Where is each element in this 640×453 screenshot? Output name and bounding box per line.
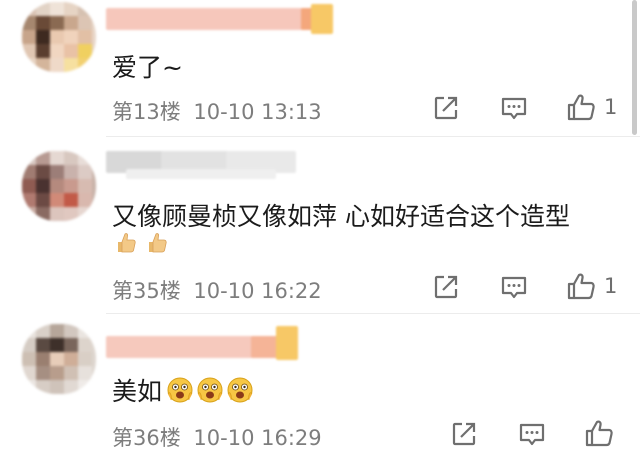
avatar[interactable] bbox=[22, 2, 96, 72]
avatar[interactable] bbox=[22, 324, 96, 394]
comment-time: 10-10 16:22 bbox=[193, 279, 322, 303]
comment-meta: 第13楼 10-10 13:13 bbox=[112, 96, 322, 126]
like-button[interactable]: 1 bbox=[566, 92, 617, 122]
like-count: 1 bbox=[604, 274, 618, 298]
comment-icon bbox=[501, 276, 527, 299]
comment-item-2: 又像顾曼桢又像如萍 心如好适合这个造型 第35楼 10-10 16:22 1 bbox=[0, 137, 640, 311]
scared-face-emoji-icon bbox=[227, 377, 253, 403]
share-icon bbox=[434, 275, 458, 299]
share-icon bbox=[434, 96, 458, 120]
like-button[interactable] bbox=[584, 418, 622, 448]
reply-button[interactable] bbox=[500, 94, 528, 122]
thumbs-up-icon bbox=[567, 273, 595, 300]
thumbs-up-emoji-icon bbox=[118, 233, 136, 253]
username-blurred[interactable] bbox=[106, 326, 316, 362]
username-blurred[interactable] bbox=[106, 4, 336, 34]
thumbs-up-emoji-icon bbox=[149, 233, 167, 253]
like-button[interactable]: 1 bbox=[566, 271, 617, 301]
like-count: 1 bbox=[604, 95, 618, 119]
share-button[interactable] bbox=[432, 94, 460, 122]
floor-number: 第13楼 bbox=[112, 100, 181, 124]
comment-icon bbox=[519, 423, 545, 446]
comment-text: 美如 bbox=[112, 377, 163, 406]
comment-meta: 第35楼 10-10 16:22 bbox=[112, 275, 322, 305]
comment-text: 爱了~ bbox=[112, 53, 183, 82]
scared-face-emoji-icon bbox=[197, 377, 223, 403]
thumbs-up-icon bbox=[567, 94, 595, 121]
floor-number: 第35楼 bbox=[112, 279, 181, 303]
scared-face-emoji-icon bbox=[167, 377, 193, 403]
comment-meta: 第36楼 10-10 16:29 bbox=[112, 422, 322, 452]
comment-time: 10-10 13:13 bbox=[193, 100, 322, 124]
emoji-row bbox=[112, 231, 169, 255]
reply-button[interactable] bbox=[500, 273, 528, 301]
comment-icon bbox=[501, 97, 527, 120]
share-button[interactable] bbox=[450, 420, 478, 448]
username-blurred[interactable] bbox=[106, 151, 306, 179]
comment-time: 10-10 16:29 bbox=[193, 426, 322, 450]
avatar[interactable] bbox=[22, 151, 96, 221]
floor-number: 第36楼 bbox=[112, 426, 181, 450]
comment-text: 又像顾曼桢又像如萍 心如好适合这个造型 bbox=[112, 202, 570, 231]
share-icon bbox=[452, 422, 476, 446]
share-button[interactable] bbox=[432, 273, 460, 301]
comment-item-1: 爱了~ 第13楼 10-10 13:13 1 bbox=[0, 0, 640, 135]
comment-item-3: 美如 第36楼 10-10 16:29 bbox=[0, 314, 640, 453]
reply-button[interactable] bbox=[518, 420, 546, 448]
comment-text-row: 美如 bbox=[112, 372, 254, 408]
thumbs-up-icon bbox=[585, 420, 613, 447]
